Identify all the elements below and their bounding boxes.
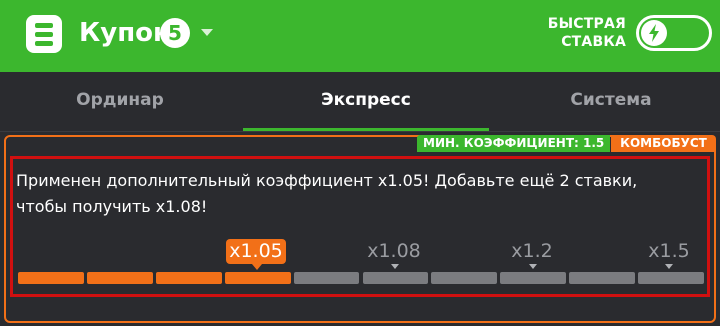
- progress-segment-empty: [362, 272, 429, 284]
- current-mark-pointer: [252, 264, 262, 270]
- chevron-down-icon[interactable]: [201, 29, 213, 36]
- coupon-count-badge: 5: [160, 18, 190, 48]
- progress-segment-filled: [18, 272, 84, 284]
- progress-segment-empty: [638, 272, 704, 284]
- progress-segment-empty: [569, 272, 636, 284]
- combo-progress-bar: [18, 272, 704, 284]
- message-line-1: Применен дополнительный коэффициент x1.0…: [16, 171, 638, 190]
- coupon-header: Купон 5 БЫСТРАЯ СТАВКА: [0, 0, 720, 72]
- progress-segment-filled: [224, 272, 291, 284]
- min-coefficient-badge: МИН. КОЭФФИЦИЕНТ: 1.5: [417, 135, 611, 152]
- tab-express[interactable]: Экспресс: [246, 90, 486, 110]
- progress-segment-empty: [293, 272, 360, 284]
- multiplier-mark: x1.5: [648, 240, 690, 262]
- progress-segment-filled: [86, 272, 153, 284]
- bet-type-tabs: Ординар Экспресс Система: [0, 72, 720, 132]
- multiplier-mark: x1.08: [367, 240, 421, 262]
- multiplier-mark-current: x1.05: [226, 239, 286, 264]
- lightning-icon: [649, 24, 659, 42]
- message-line-2: чтобы получить x1.08!: [16, 197, 208, 216]
- tab-single[interactable]: Ординар: [0, 90, 240, 110]
- fast-bet-toggle[interactable]: [636, 15, 712, 51]
- progress-segment-empty: [431, 272, 498, 284]
- tab-system[interactable]: Система: [491, 90, 720, 110]
- progress-segment-filled: [155, 272, 222, 284]
- fast-bet-label: БЫСТРАЯ СТАВКА: [547, 16, 626, 50]
- mark-caret-icon: [391, 264, 399, 269]
- combo-boost-message: Применен дополнительный коэффициент x1.0…: [16, 168, 706, 220]
- progress-segment-empty: [500, 272, 567, 284]
- mark-caret-icon: [529, 264, 537, 269]
- coupon-list-icon[interactable]: [26, 15, 62, 53]
- divider: [0, 131, 720, 132]
- multiplier-mark: x1.2: [511, 240, 553, 262]
- coupon-title[interactable]: Купон: [79, 16, 171, 50]
- combo-boost-badge: КОМБОБУСТ: [611, 135, 716, 152]
- mark-caret-icon: [665, 264, 673, 269]
- toggle-knob: [641, 20, 667, 46]
